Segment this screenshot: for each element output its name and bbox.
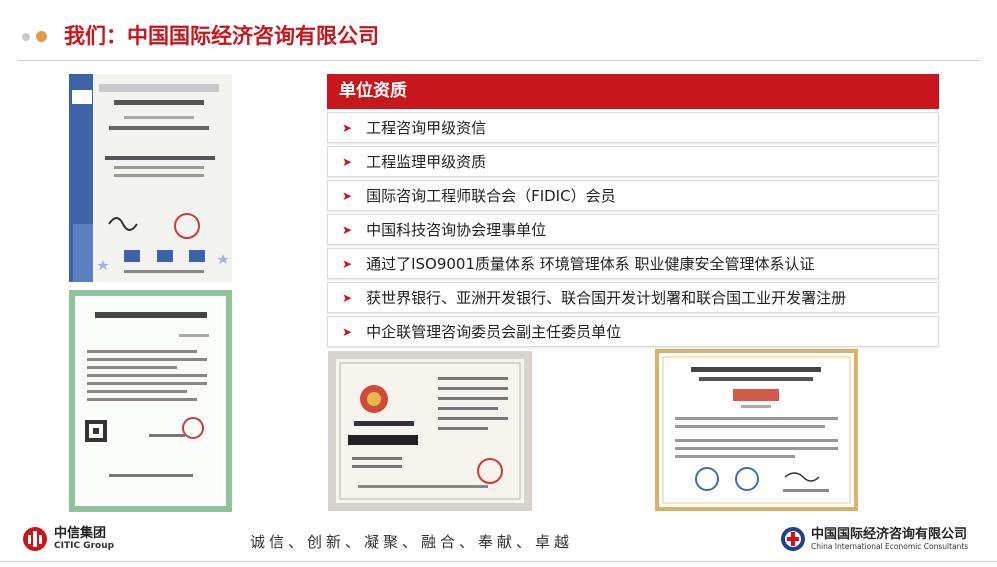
footer-divider bbox=[0, 561, 997, 562]
list-item-text: 工程咨询甲级资信 bbox=[366, 119, 487, 137]
qualifications-heading: 单位资质 bbox=[327, 74, 939, 109]
arrow-bullet-icon: ➤ bbox=[342, 120, 353, 135]
bullet-dot-orange bbox=[36, 31, 47, 42]
page-title: 我们：中国国际经济咨询有限公司 bbox=[64, 24, 379, 48]
cert-engineering-image bbox=[69, 290, 232, 512]
slide-header: 我们：中国国际经济咨询有限公司 bbox=[0, 0, 997, 62]
arrow-bullet-icon: ➤ bbox=[342, 154, 353, 169]
list-item: ➤ 通过了ISO9001质量体系 环境管理体系 职业健康安全管理体系认证 bbox=[327, 248, 939, 279]
list-item: ➤ 国际咨询工程师联合会（FIDIC）会员 bbox=[327, 180, 939, 211]
citic-logo: 中信集团 CITIC Group bbox=[22, 524, 114, 554]
ciec-name-en: China International Economic Consultants bbox=[811, 541, 969, 551]
cert-fidic-image bbox=[655, 349, 858, 511]
bullet-dot-gray bbox=[22, 33, 30, 41]
arrow-bullet-icon: ➤ bbox=[342, 222, 353, 237]
list-item-text: 国际咨询工程师联合会（FIDIC）会员 bbox=[366, 187, 616, 205]
list-item: ➤ 中国科技咨询协会理事单位 bbox=[327, 214, 939, 245]
cert-supervision-image bbox=[328, 351, 532, 511]
arrow-bullet-icon: ➤ bbox=[342, 256, 353, 271]
list-item-text: 中企联管理咨询委员会副主任委员单位 bbox=[366, 323, 622, 341]
list-item: ➤ 工程咨询甲级资信 bbox=[327, 112, 939, 143]
list-item-text: 获世界银行、亚洲开发银行、联合国开发计划署和联合国工业开发署注册 bbox=[366, 289, 847, 307]
header-divider bbox=[18, 60, 980, 61]
ciec-emblem-icon bbox=[781, 527, 805, 551]
ciec-name-cn: 中国国际经济咨询有限公司 bbox=[811, 526, 968, 542]
list-item-text: 中国科技咨询协会理事单位 bbox=[366, 221, 547, 239]
qualifications-list: ➤ 工程咨询甲级资信 ➤ 工程监理甲级资质 ➤ 国际咨询工程师联合会（FIDIC）会员… bbox=[327, 112, 939, 350]
list-item-text: 通过了ISO9001质量体系 环境管理体系 职业健康安全管理体系认证 bbox=[366, 255, 815, 273]
citic-name-cn: 中信集团 bbox=[54, 526, 107, 541]
list-item: ➤ 获世界银行、亚洲开发银行、联合国开发计划署和联合国工业开发署注册 bbox=[327, 282, 939, 313]
arrow-bullet-icon: ➤ bbox=[342, 324, 353, 339]
list-item: ➤ 工程监理甲级资质 bbox=[327, 146, 939, 177]
citic-name-en: CITIC Group bbox=[54, 541, 115, 551]
list-item: ➤ 中企联管理咨询委员会副主任委员单位 bbox=[327, 316, 939, 347]
arrow-bullet-icon: ➤ bbox=[342, 290, 353, 305]
list-item-text: 工程监理甲级资质 bbox=[366, 153, 487, 171]
slogan: 诚信、创新、凝聚、融合、奉献、卓越 bbox=[250, 533, 574, 551]
arrow-bullet-icon: ➤ bbox=[342, 188, 353, 203]
ciec-logo: 中国国际经济咨询有限公司 China International Economi… bbox=[780, 524, 968, 554]
cert-quality-image bbox=[69, 74, 232, 282]
citic-emblem-icon bbox=[23, 527, 47, 551]
